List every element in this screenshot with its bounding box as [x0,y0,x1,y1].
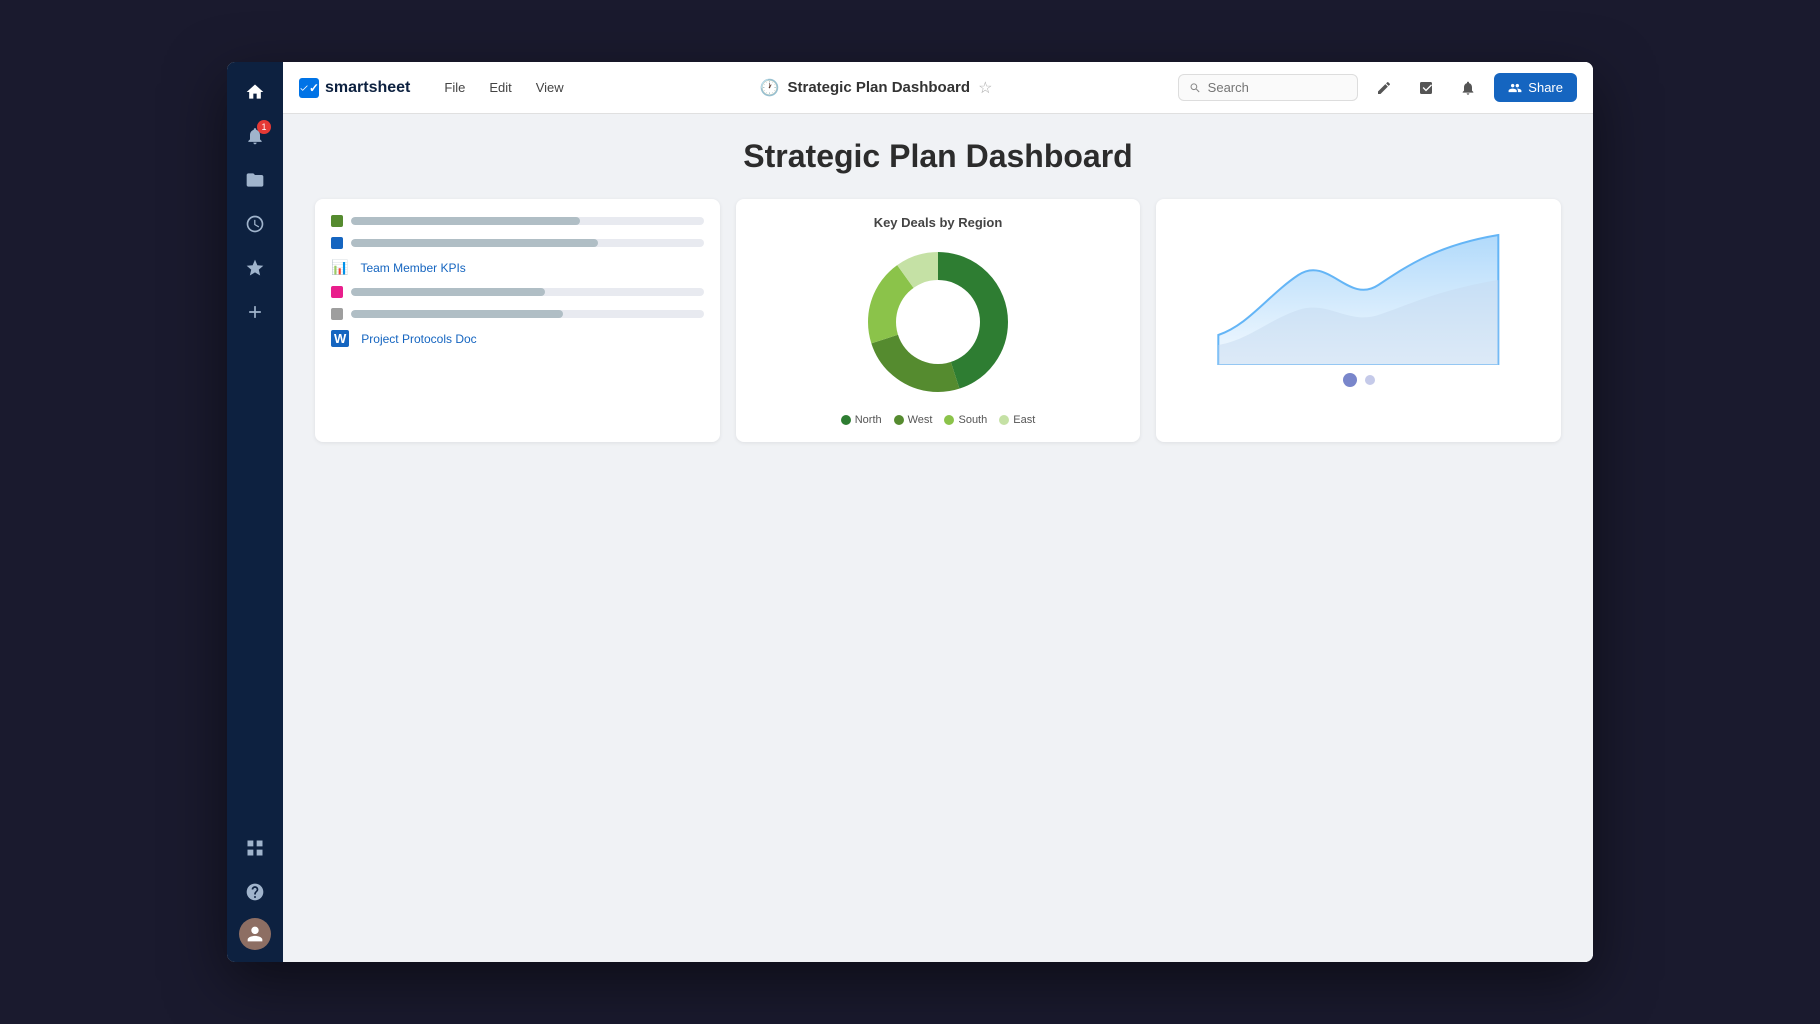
notify-icon[interactable] [1452,72,1484,104]
legend-south: South [944,414,987,426]
top-grid: 📊 Team Member KPIs [315,199,1561,442]
legend-label-west: West [908,414,933,426]
sidebar-folder-icon[interactable] [237,162,273,198]
color-indicator [331,215,343,227]
share-label: Share [1528,80,1563,95]
app-window: 1 smart [227,62,1593,962]
legend-north: North [841,414,882,426]
panel-bar-container [351,217,704,225]
panel-link-row-1[interactable]: 📊 Team Member KPIs [331,259,704,276]
panel-bar-container [351,310,704,318]
main-content: smartsheet File Edit View 🕐 Strategic Pl… [283,62,1593,962]
area-svg [1172,215,1545,365]
topbar: smartsheet File Edit View 🕐 Strategic Pl… [283,62,1593,114]
topbar-actions: Share [1178,72,1577,104]
donut-chart-container [752,242,1125,402]
slider-dots [1172,373,1545,387]
slider-dot-1[interactable] [1343,373,1357,387]
logo: smartsheet [299,78,410,98]
legend-dot-north [841,415,851,425]
sidebar-plus-icon[interactable] [237,294,273,330]
logo-icon [299,78,319,98]
kpi-link[interactable]: Team Member KPIs [360,261,465,275]
sidebar: 1 [227,62,283,962]
legend-label-east: East [1013,414,1035,426]
search-input[interactable] [1208,80,1348,95]
topbar-menu: File Edit View [434,74,573,101]
notification-badge: 1 [257,120,271,134]
panel-bar [351,217,580,225]
slider-dot-2[interactable] [1365,375,1375,385]
panel-bar-container [351,288,704,296]
legend-label-south: South [958,414,987,426]
legend-dot-south [944,415,954,425]
sidebar-clock-icon[interactable] [237,206,273,242]
donut-svg [858,242,1018,402]
title-icon: 🕐 [760,78,780,98]
favorite-star[interactable]: ☆ [978,78,992,98]
sidebar-bell-icon[interactable]: 1 [237,118,273,154]
panel-bar [351,239,598,247]
panel-row-3 [331,286,704,298]
topbar-center: 🕐 Strategic Plan Dashboard ☆ [574,78,1179,98]
word-icon: W [331,330,349,347]
page-title: Strategic Plan Dashboard [315,138,1561,175]
logo-text: smartsheet [325,79,410,97]
dashboard-title-topbar: Strategic Plan Dashboard [788,79,971,96]
panel-bar [351,310,563,318]
search-box[interactable] [1178,74,1358,101]
sidebar-grid-icon[interactable] [237,830,273,866]
user-avatar[interactable] [239,918,271,950]
present-icon[interactable] [1410,72,1442,104]
search-icon [1189,81,1201,95]
menu-view[interactable]: View [526,74,574,101]
color-indicator [331,286,343,298]
protocols-link[interactable]: Project Protocols Doc [361,332,476,346]
legend-dot-west [894,415,904,425]
sidebar-star-icon[interactable] [237,250,273,286]
menu-edit[interactable]: Edit [479,74,521,101]
sidebar-home-icon[interactable] [237,74,273,110]
color-indicator [331,237,343,249]
panel-link-row-2[interactable]: W Project Protocols Doc [331,330,704,347]
menu-file[interactable]: File [434,74,475,101]
right-column [1156,199,1561,442]
panel-row-4 [331,308,704,320]
kpi-icon: 📊 [331,259,348,276]
sidebar-help-icon[interactable] [237,874,273,910]
legend-west: West [894,414,933,426]
share-button[interactable]: Share [1494,73,1577,102]
legend-east: East [999,414,1035,426]
legend-dot-east [999,415,1009,425]
donut-chart-card: Key Deals by Region [736,199,1141,442]
donut-legend: North West South East [752,414,1125,426]
area-chart-card [1156,199,1561,442]
dashboard: Strategic Plan Dashboard [283,114,1593,962]
panel-row-2 [331,237,704,249]
area-chart-container [1172,215,1545,365]
panel-bar-container [351,239,704,247]
panel-bar [351,288,545,296]
legend-label-north: North [855,414,882,426]
panel-row-1 [331,215,704,227]
donut-chart-title: Key Deals by Region [752,215,1125,230]
share-icon [1508,81,1522,95]
edit-icon[interactable] [1368,72,1400,104]
color-indicator [331,308,343,320]
left-panel-card: 📊 Team Member KPIs [315,199,720,442]
